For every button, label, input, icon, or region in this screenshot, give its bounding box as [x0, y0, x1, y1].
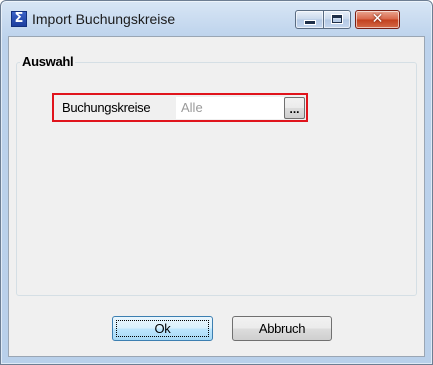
minimize-button[interactable] — [295, 10, 324, 29]
minimize-icon — [305, 21, 315, 24]
ok-button[interactable]: Ok — [112, 316, 213, 341]
title-bar[interactable]: Σ Import Buchungskreise ✕ — [1, 1, 432, 35]
buchungskreise-label: Buchungskreise — [62, 100, 151, 115]
buchungskreise-input[interactable]: Alle — [176, 97, 285, 119]
sigma-icon: Σ — [11, 11, 27, 27]
maximize-button[interactable] — [323, 10, 351, 29]
close-icon: ✕ — [371, 11, 384, 27]
window-title: Import Buchungskreise — [32, 11, 176, 27]
focus-rectangle — [116, 320, 209, 337]
browse-button[interactable]: ... — [284, 97, 305, 119]
cancel-button-label: Abbruch — [258, 321, 306, 336]
maximize-icon — [332, 15, 342, 23]
close-button[interactable]: ✕ — [355, 10, 400, 29]
cancel-button[interactable]: Abbruch — [232, 316, 332, 341]
groupbox-title: Auswahl — [20, 54, 76, 69]
